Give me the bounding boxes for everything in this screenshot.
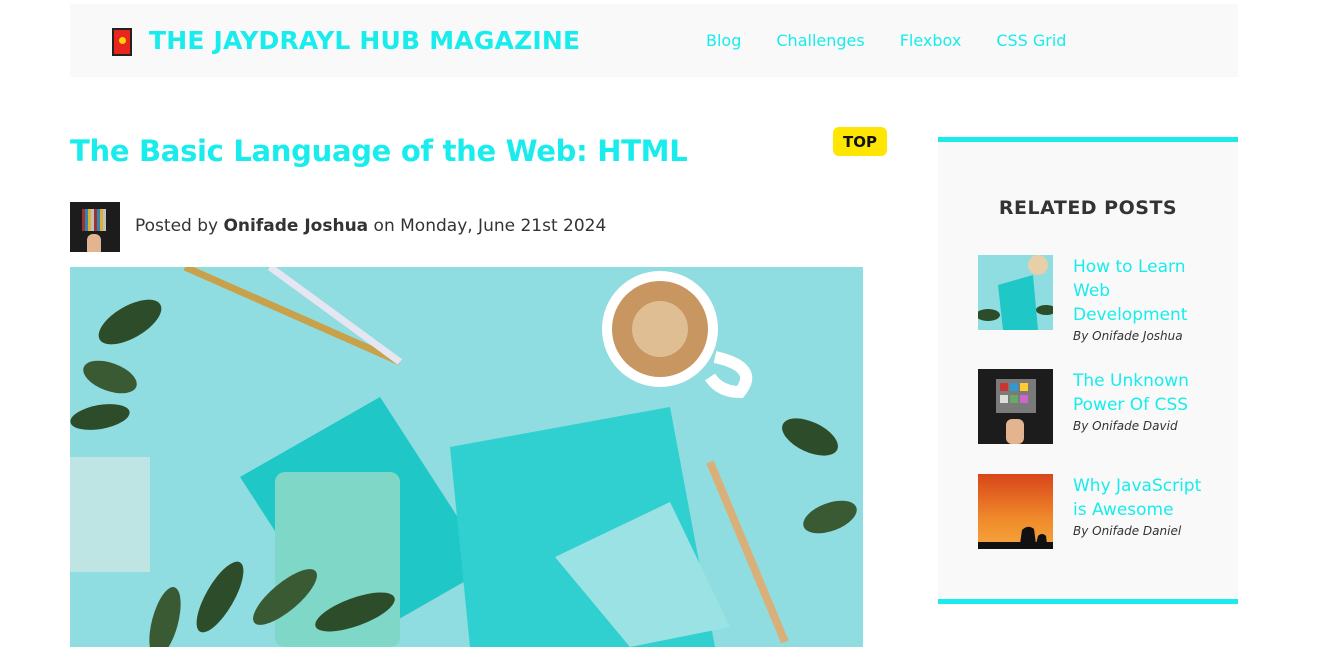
related-post-author: By Onifade David: [1073, 419, 1178, 433]
site-title[interactable]: THE JAYDRAYL HUB MAGAZINE: [149, 26, 580, 55]
nav-blog[interactable]: Blog: [706, 31, 741, 50]
post-meta: Posted by Onifade Joshua on Monday, June…: [135, 216, 606, 236]
related-posts-title: RELATED POSTS: [998, 197, 1178, 219]
post-author: Onifade Joshua: [223, 216, 369, 236]
related-post-title[interactable]: The Unknown Power Of CSS: [1073, 369, 1213, 417]
related-post-title[interactable]: How to Learn Web Development: [1073, 255, 1213, 327]
related-post-title[interactable]: Why JavaScript is Awesome: [1073, 474, 1213, 522]
hero-image: [70, 267, 863, 647]
related-post-item[interactable]: Why JavaScript is Awesome By Onifade Dan…: [978, 474, 1218, 554]
related-post-item[interactable]: The Unknown Power Of CSS By Onifade Davi…: [978, 369, 1218, 449]
post-title: The Basic Language of the Web: HTML: [70, 134, 688, 168]
related-post-author: By Onifade Joshua: [1073, 329, 1183, 343]
related-post-thumbnail[interactable]: [978, 474, 1053, 549]
meta-prefix: Posted by: [135, 216, 224, 236]
post-date: on Monday, June 21st 2024: [368, 216, 607, 236]
related-post-item[interactable]: How to Learn Web Development By Onifade …: [978, 255, 1218, 343]
related-posts-panel: RELATED POSTS How to Learn Web Developme…: [938, 137, 1238, 604]
related-post-thumbnail[interactable]: [978, 255, 1053, 330]
author-avatar: [70, 202, 120, 252]
logo-icon[interactable]: [112, 28, 132, 56]
site-header: THE JAYDRAYL HUB MAGAZINE Blog Challenge…: [70, 4, 1238, 77]
nav-challenges[interactable]: Challenges: [776, 31, 864, 50]
main-nav: Blog Challenges Flexbox CSS Grid: [706, 31, 1101, 50]
related-post-thumbnail[interactable]: [978, 369, 1053, 444]
related-post-author: By Onifade Daniel: [1073, 524, 1182, 538]
nav-flexbox[interactable]: Flexbox: [900, 31, 962, 50]
top-badge: TOP: [833, 127, 887, 156]
nav-css-grid[interactable]: CSS Grid: [996, 31, 1066, 50]
